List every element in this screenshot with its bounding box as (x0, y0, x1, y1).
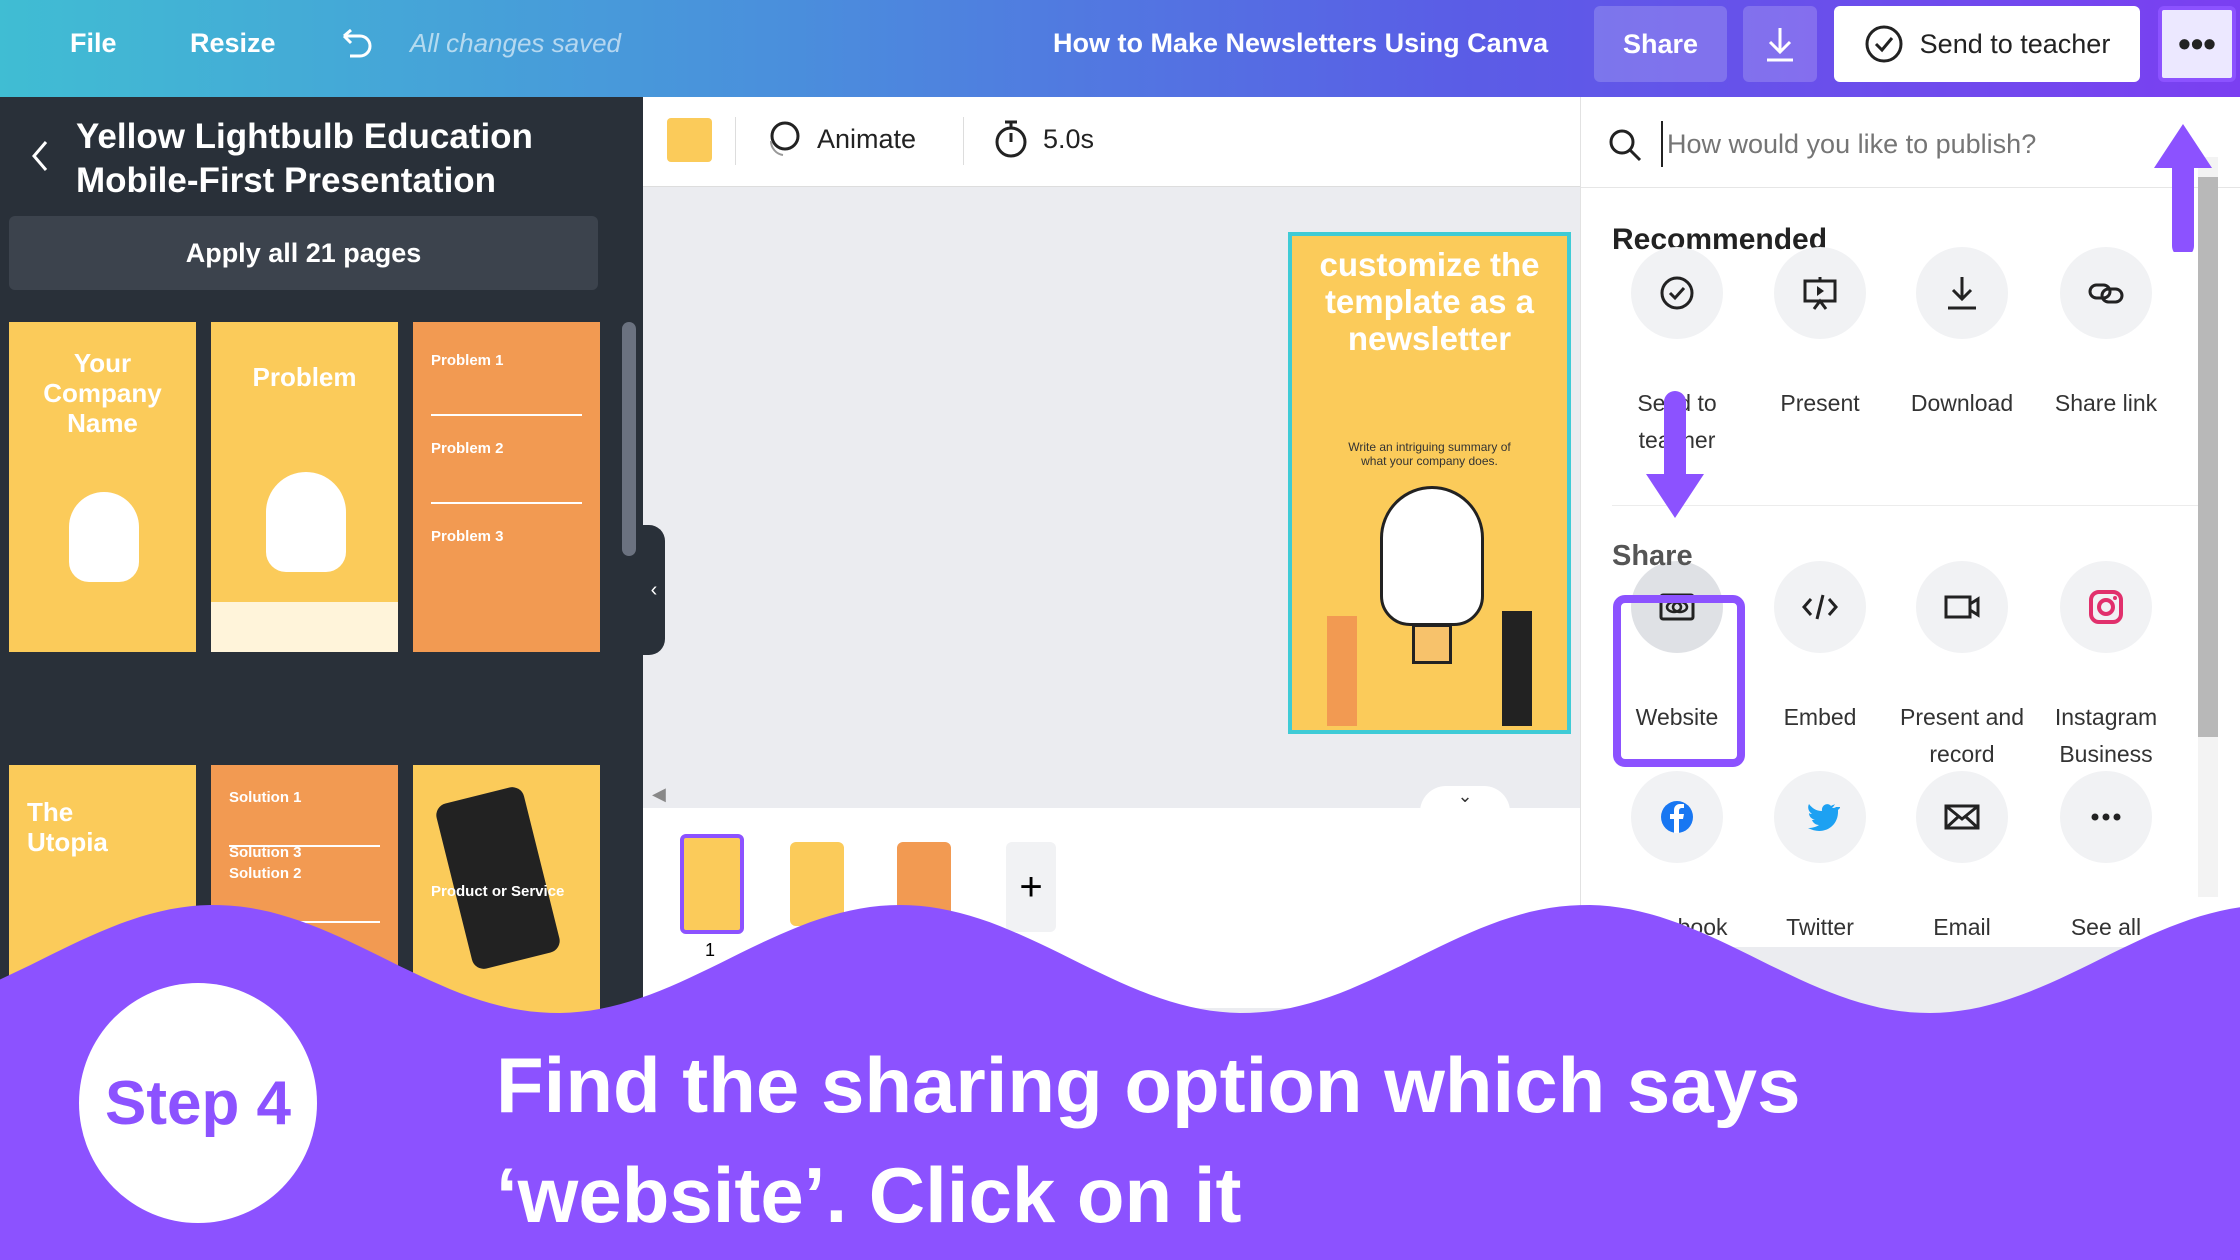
sidebar-scrollbar[interactable] (622, 322, 636, 556)
option-label: See all (2070, 914, 2142, 940)
page-thumbnail[interactable] (897, 842, 951, 926)
lightbulb-illustration (1380, 486, 1484, 626)
option-label: Present (1780, 390, 1860, 416)
publish-search-input[interactable] (1661, 121, 2141, 167)
publish-panel: Recommended Send to teacherPresentDownlo… (1580, 97, 2240, 947)
file-menu[interactable]: File (70, 28, 117, 59)
scroll-left-icon[interactable]: ◀ (652, 784, 666, 805)
template-title: Yellow Lightbulb Education Mobile-First P… (76, 117, 533, 200)
step-badge: Step 4 (79, 983, 317, 1223)
send-to-teacher-label: Send to teacher (1919, 28, 2111, 59)
recommended-heading: Recommended (1612, 223, 1828, 256)
option-label: Share link (2054, 390, 2158, 416)
search-icon (1609, 129, 1642, 162)
duration-label: 5.0s (1043, 123, 1095, 154)
check-circle-icon (1660, 276, 1694, 310)
editor-toolbar: Animate 5.0s (643, 97, 1580, 187)
template-thumbnail[interactable]: Problem (211, 322, 398, 652)
option-circle[interactable] (1774, 561, 1866, 653)
page-thumbnail-active[interactable] (680, 834, 744, 934)
option-circle[interactable] (1916, 561, 2008, 653)
option-label: Twitter (1786, 914, 1854, 940)
more-icon: ••• (2178, 23, 2216, 64)
page-summary[interactable]: Write an intriguing summary of what your… (1342, 440, 1517, 468)
share-button[interactable]: Share (1594, 6, 1727, 82)
resize-menu[interactable]: Resize (190, 28, 276, 59)
add-page-button[interactable]: + (1006, 842, 1056, 932)
design-page[interactable]: customize the template as a newsletter W… (1288, 232, 1571, 734)
instagram-icon (2089, 590, 2123, 624)
option-circle[interactable] (1631, 247, 1723, 339)
option-circle[interactable] (2060, 561, 2152, 653)
download-button[interactable] (1743, 6, 1817, 82)
option-circle[interactable] (1631, 771, 1723, 863)
check-circle-icon (1865, 25, 1903, 63)
option-circle[interactable] (2060, 247, 2152, 339)
page-heading[interactable]: customize the template as a newsletter (1302, 246, 1557, 357)
collapse-sidebar-button[interactable]: ‹ (643, 525, 665, 655)
page-thumbnail[interactable] (790, 842, 844, 926)
link-icon (2088, 283, 2124, 304)
instruction-line-2: ‘website’. Click on it (496, 1151, 1242, 1239)
arrow-down-annotation (1646, 391, 1704, 518)
email-icon (1944, 804, 1980, 830)
apply-all-pages-button[interactable]: Apply all 21 pages (9, 216, 598, 290)
save-status: All changes saved (410, 28, 622, 58)
more-options-button[interactable]: ••• (2158, 6, 2236, 82)
send-to-teacher-button[interactable]: Send to teacher (1834, 6, 2140, 82)
timer-icon (995, 120, 1027, 158)
download-icon (1948, 277, 1976, 310)
embed-icon (1802, 594, 1838, 620)
option-circle[interactable] (1916, 771, 2008, 863)
arrow-up-annotation (2154, 124, 2212, 252)
animate-button[interactable]: Animate (763, 119, 916, 159)
animate-label: Animate (817, 123, 917, 154)
option-circle[interactable] (2060, 771, 2152, 863)
page-number: 1 (705, 940, 716, 960)
video-icon (1944, 595, 1980, 619)
more-icon (2091, 813, 2121, 821)
twitter-icon (1808, 804, 1840, 831)
top-bar: File Resize All changes saved How to Mak… (0, 0, 2240, 97)
option-label: Embed (1783, 704, 1857, 730)
panel-scrollbar[interactable] (2198, 177, 2218, 737)
undo-icon[interactable] (336, 28, 374, 64)
instruction-line-1: Find the sharing option which says (496, 1041, 1801, 1129)
back-icon[interactable] (30, 139, 50, 173)
download-icon (1767, 28, 1793, 62)
template-thumbnail[interactable]: Problem 1 Problem 2 Problem 3 (413, 322, 600, 652)
option-label: Download (1910, 390, 2014, 416)
thumbnail-label-solution-3: Solution 3 (229, 844, 302, 861)
color-swatch[interactable] (667, 118, 712, 162)
option-label: Instagram Business (2054, 704, 2158, 767)
option-circle[interactable] (1774, 771, 1866, 863)
option-label: Present and record (1899, 704, 2025, 767)
present-icon (1803, 277, 1837, 310)
option-label: Facebook (1626, 914, 1728, 940)
facebook-icon (1661, 801, 1693, 833)
template-thumbnail[interactable]: Your Company Name (9, 322, 196, 652)
website-highlight (1613, 595, 1745, 767)
option-label: Email (1933, 914, 1991, 940)
page-filmstrip: + 1 (643, 808, 1580, 1008)
option-circle[interactable] (1916, 247, 2008, 339)
duration-button[interactable]: 5.0s (993, 119, 1094, 159)
document-title[interactable]: How to Make Newsletters Using Canva (1053, 28, 1548, 59)
thumbnail-label-product-or-service: Product or Service (431, 883, 565, 900)
option-circle[interactable] (1774, 247, 1866, 339)
share-heading: Share (1612, 540, 1693, 572)
animate-icon (769, 121, 800, 156)
